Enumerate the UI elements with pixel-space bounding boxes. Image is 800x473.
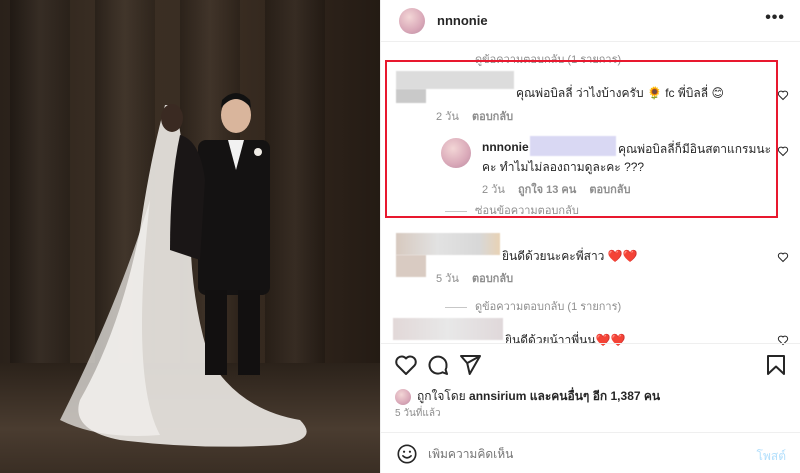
emoji-icon[interactable] bbox=[396, 443, 418, 465]
liked-by-user[interactable]: annsirium bbox=[469, 389, 526, 403]
heart-icon[interactable] bbox=[777, 145, 789, 157]
comment-meta: 5 วัน ตอบกลับ bbox=[436, 269, 523, 287]
likes-summary: ถูกใจโดย annsirium และคนอื่นๆ อีก 1,387 … bbox=[395, 387, 660, 406]
post-header: nnnonie ••• bbox=[381, 0, 800, 42]
post-username[interactable]: nnnonie bbox=[437, 13, 488, 28]
post-photo bbox=[0, 0, 380, 473]
comment-input-bar: โพสต์ bbox=[380, 432, 800, 473]
view-replies-link[interactable]: ดูข้อความตอบกลับ (1 รายการ) bbox=[445, 297, 621, 315]
view-replies-label[interactable]: ดูข้อความตอบกลับ (1 รายการ) bbox=[475, 301, 621, 313]
action-bar bbox=[380, 343, 800, 383]
reply-button[interactable]: ตอบกลับ bbox=[472, 273, 513, 285]
post-age: 5 วันที่แล้ว bbox=[395, 408, 441, 419]
blurred-commenter-name bbox=[396, 233, 500, 255]
highlight-box bbox=[385, 60, 778, 218]
liked-by-suffix[interactable]: และคนอื่นๆ อีก 1,387 คน bbox=[530, 389, 660, 403]
heart-icon[interactable] bbox=[777, 89, 789, 101]
comment-time: 5 วัน bbox=[436, 273, 459, 285]
post-button[interactable]: โพสต์ bbox=[757, 447, 786, 466]
more-icon[interactable]: ••• bbox=[765, 9, 785, 27]
comment-icon[interactable] bbox=[426, 353, 450, 377]
avatar[interactable] bbox=[399, 8, 425, 34]
heart-icon[interactable] bbox=[777, 251, 789, 263]
share-icon[interactable] bbox=[458, 353, 482, 377]
blurred-avatar bbox=[396, 255, 426, 277]
avatar[interactable] bbox=[395, 388, 411, 405]
comment-input[interactable] bbox=[428, 447, 728, 461]
couple-photo-illustration bbox=[60, 93, 307, 447]
liked-by-prefix: ถูกใจโดย bbox=[417, 389, 466, 403]
blurred-commenter-name bbox=[393, 318, 503, 340]
bookmark-icon[interactable] bbox=[764, 353, 788, 377]
comment-text: ยินดีด้วยนะคะพี่สาว ❤️❤️ bbox=[502, 249, 638, 263]
heart-icon[interactable] bbox=[394, 353, 418, 377]
